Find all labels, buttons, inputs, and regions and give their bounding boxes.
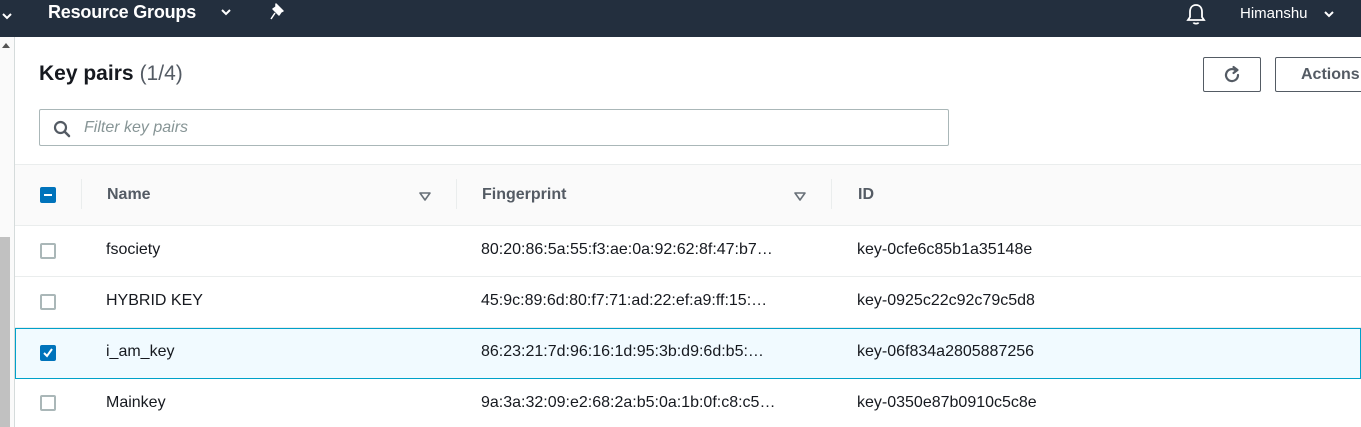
key-id: key-0cfe6c85b1a35148e bbox=[857, 241, 1033, 258]
key-name: i_am_key bbox=[106, 343, 175, 360]
key-name: fsociety bbox=[106, 241, 161, 258]
column-header-name[interactable]: Name bbox=[107, 186, 151, 204]
filter-key-pairs-input[interactable] bbox=[82, 116, 936, 140]
top-navigation-bar: Resource Groups Himanshu bbox=[0, 0, 1361, 37]
table-row[interactable]: fsociety 80:20:86:5a:55:f3:ae:0a:92:62:8… bbox=[15, 226, 1361, 277]
services-caret-icon[interactable] bbox=[2, 9, 12, 23]
row-checkbox-checked[interactable] bbox=[40, 345, 56, 361]
key-fingerprint: 80:20:86:5a:55:f3:ae:0a:92:62:8f:47:b7… bbox=[481, 241, 773, 258]
key-name: Mainkey bbox=[106, 394, 166, 411]
column-separator bbox=[456, 179, 457, 209]
select-all-checkbox[interactable] bbox=[40, 187, 56, 203]
row-checkbox[interactable] bbox=[40, 294, 56, 310]
scroll-up-arrow-icon[interactable] bbox=[2, 43, 10, 48]
side-scrollbar[interactable] bbox=[0, 37, 15, 427]
row-checkbox[interactable] bbox=[40, 243, 56, 259]
checkmark-icon bbox=[43, 348, 53, 358]
resource-groups-menu[interactable]: Resource Groups bbox=[48, 2, 196, 23]
table-row[interactable]: Mainkey 9a:3a:32:09:e2:68:2a:b5:0a:1b:0f… bbox=[15, 379, 1361, 427]
key-fingerprint: 86:23:21:7d:96:16:1d:95:3b:d9:6d:b5:… bbox=[481, 343, 764, 360]
row-checkbox[interactable] bbox=[40, 395, 56, 411]
refresh-icon bbox=[1224, 65, 1240, 83]
selection-count: (1/4) bbox=[139, 62, 183, 85]
key-id: key-0350e87b0910c5c8e bbox=[857, 394, 1037, 411]
key-name: HYBRID KEY bbox=[106, 292, 203, 309]
page-title: Key pairs (1/4) bbox=[39, 62, 183, 86]
key-fingerprint: 45:9c:89:6d:80:f7:71:ad:22:ef:a9:ff:15:… bbox=[481, 292, 768, 309]
column-header-fingerprint[interactable]: Fingerprint bbox=[482, 186, 566, 204]
table-row-selected[interactable]: i_am_key 86:23:21:7d:96:16:1d:95:3b:d9:6… bbox=[15, 328, 1361, 379]
filter-search-box[interactable] bbox=[39, 109, 949, 146]
user-menu[interactable]: Himanshu bbox=[1240, 5, 1308, 22]
refresh-button[interactable] bbox=[1203, 57, 1261, 92]
key-id: key-0925c22c92c79c5d8 bbox=[857, 292, 1035, 309]
notifications-bell-icon[interactable] bbox=[1185, 2, 1207, 33]
table-header: Name Fingerprint ID bbox=[15, 165, 1361, 226]
column-separator bbox=[81, 179, 82, 209]
column-header-id[interactable]: ID bbox=[858, 186, 874, 204]
actions-button[interactable]: Actions bbox=[1275, 57, 1361, 92]
column-separator bbox=[831, 179, 832, 209]
user-chevron-down-icon[interactable] bbox=[1323, 7, 1335, 25]
key-id: key-06f834a2805887256 bbox=[857, 343, 1035, 360]
key-fingerprint: 9a:3a:32:09:e2:68:2a:b5:0a:1b:0f:c8:c5… bbox=[481, 394, 776, 411]
table-row[interactable]: HYBRID KEY 45:9c:89:6d:80:f7:71:ad:22:ef… bbox=[15, 277, 1361, 328]
search-icon bbox=[53, 120, 71, 138]
chevron-down-icon[interactable] bbox=[219, 5, 233, 24]
page-title-text: Key pairs bbox=[39, 62, 134, 85]
pin-icon[interactable] bbox=[268, 1, 290, 28]
scrollbar-thumb[interactable] bbox=[0, 237, 10, 427]
